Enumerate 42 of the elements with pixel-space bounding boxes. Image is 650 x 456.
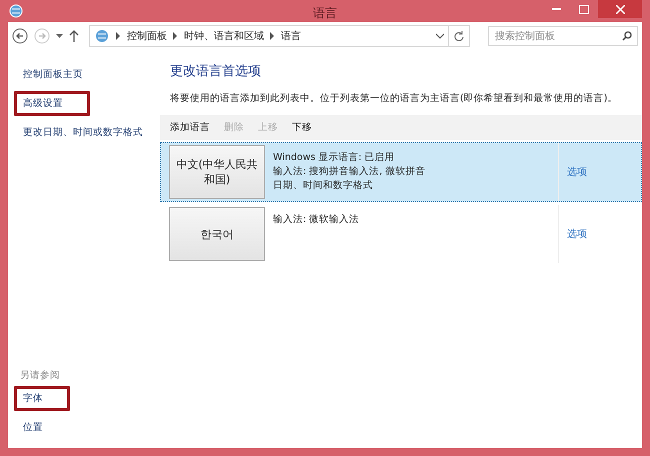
page-title: 更改语言首选项	[170, 63, 262, 80]
chevron-icon	[173, 32, 178, 40]
back-icon[interactable]	[12, 28, 28, 44]
refresh-icon	[454, 31, 464, 41]
caret-icon[interactable]	[56, 34, 63, 38]
up-arrow-icon[interactable]	[69, 30, 79, 42]
language-detail: 输入法: 微软输入法	[273, 213, 360, 226]
close-button[interactable]	[598, 0, 642, 18]
toolbar-button[interactable]: 添加语言	[170, 121, 210, 134]
dropdown-icon[interactable]	[436, 33, 444, 39]
search-icon[interactable]	[622, 31, 632, 41]
language-detail: 输入法: 搜狗拼音输入法, 微软拼音	[273, 165, 426, 178]
language-row[interactable]: 中文(中华人民共和国) Windows 显示语言: 已启用 输入法: 搜狗拼音输入法, 微软拼音 日期、时间和数字格式 选项	[160, 142, 642, 202]
language-detail: Windows 显示语言: 已启用	[273, 151, 396, 164]
close-icon	[616, 4, 624, 14]
description: 将要使用的语言添加到此列表中。位于列表第一位的语言为主语言(即你希望看到和最常使用的语言)。	[170, 92, 618, 105]
maximize-icon	[579, 4, 589, 14]
sidebar-link[interactable]: 更改日期、时间或数字格式	[14, 120, 152, 145]
section-heading: 另请参阅	[20, 369, 61, 382]
language-button[interactable]: 한국어	[169, 207, 265, 261]
toolbar-button[interactable]: 下移	[292, 121, 312, 134]
chevron-icon	[116, 32, 121, 40]
globe-icon	[8, 3, 24, 19]
breadcrumb[interactable]: 时钟、语言和区域	[184, 29, 264, 43]
sidebar-link[interactable]: 位置	[14, 415, 52, 440]
language-row[interactable]: 한국어 输入法: 微软输入法 选项	[160, 204, 642, 264]
options-link[interactable]: 选项	[567, 229, 587, 240]
sidebar-link[interactable]: 高级设置	[14, 91, 90, 116]
sidebar-link[interactable]: 控制面板主页	[14, 62, 92, 87]
language-button[interactable]: 中文(中华人民共和国)	[169, 145, 265, 199]
chevron-icon	[270, 32, 275, 40]
language-detail: 日期、时间和数字格式	[273, 179, 374, 192]
breadcrumb[interactable]: 语言	[281, 29, 301, 43]
breadcrumb[interactable]: 控制面板	[127, 29, 167, 43]
address-bar[interactable]: 控制面板 时钟、语言和区域 语言	[89, 25, 449, 47]
refresh-button[interactable]	[448, 25, 470, 47]
sidebar-link[interactable]: 字体	[14, 386, 70, 411]
options-link[interactable]: 选项	[567, 167, 587, 178]
search-field[interactable]: 搜索控制面板	[488, 26, 638, 46]
globe-icon	[94, 28, 110, 44]
minimize-icon	[552, 8, 560, 10]
window-title: 语言	[313, 5, 337, 22]
